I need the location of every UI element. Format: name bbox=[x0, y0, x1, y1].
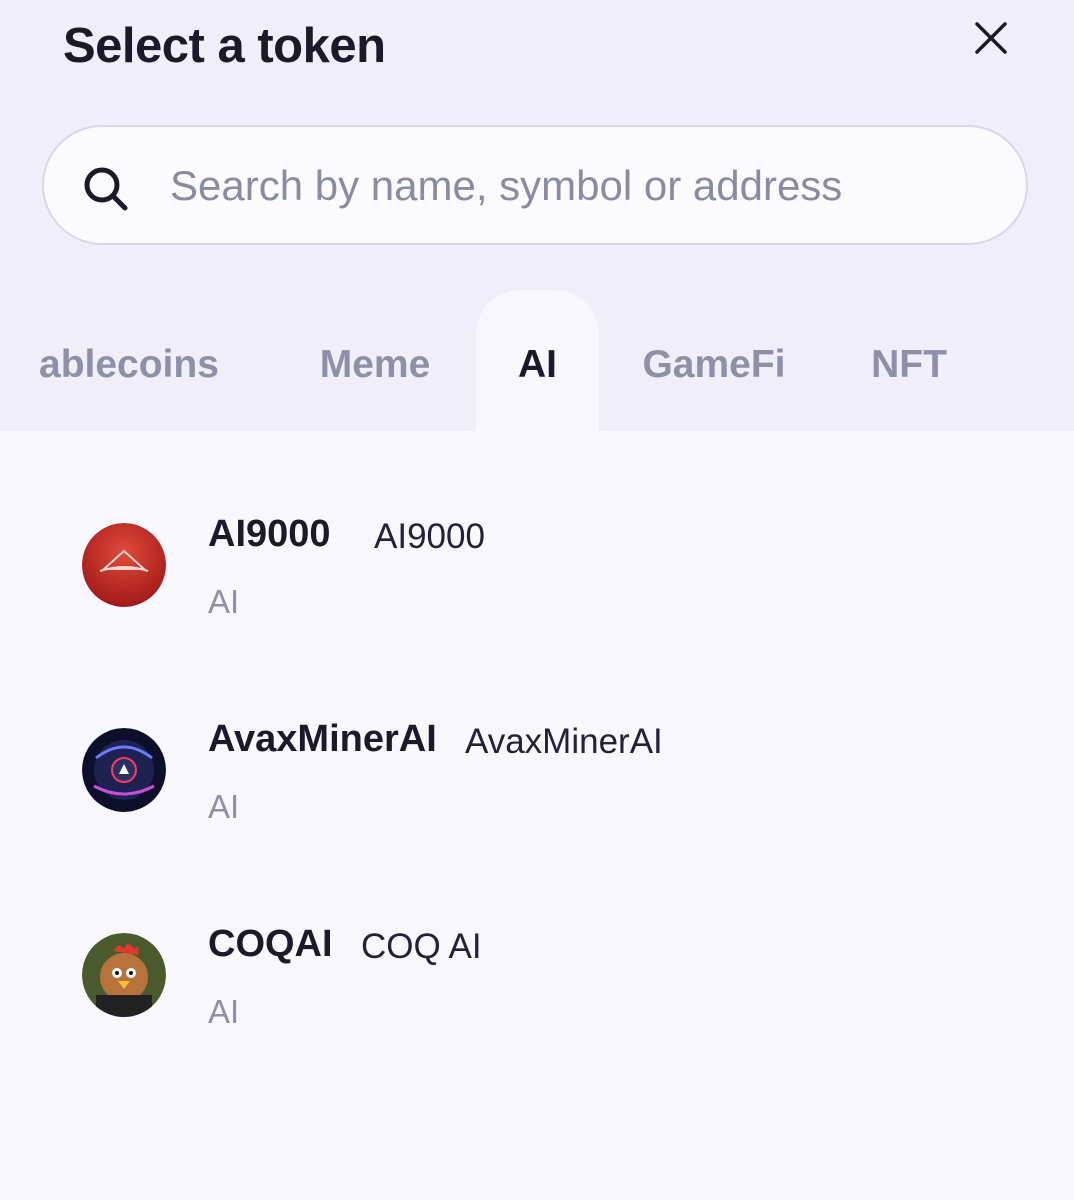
token-symbol: AI9000 bbox=[208, 513, 331, 555]
search-icon bbox=[84, 167, 128, 211]
close-button[interactable] bbox=[965, 12, 1017, 64]
token-list: AI9000 AI9000 AI AvaxMinerAI AvaxMinerAI… bbox=[0, 431, 1074, 1200]
tab-nft[interactable]: NFT bbox=[864, 290, 954, 431]
modal-title: Select a token bbox=[63, 19, 386, 73]
token-row-coqai[interactable]: COQAI COQ AI AI bbox=[0, 881, 1074, 1086]
ai9000-logo-icon bbox=[82, 523, 166, 607]
token-name: AvaxMinerAI bbox=[465, 722, 663, 761]
tab-label: AI bbox=[518, 343, 557, 386]
tab-label: Stablecoins bbox=[40, 343, 219, 386]
token-row-avaxminerai[interactable]: AvaxMinerAI AvaxMinerAI AI bbox=[0, 676, 1074, 881]
close-icon bbox=[975, 22, 1007, 54]
tab-ai[interactable]: AI bbox=[476, 290, 599, 431]
token-name: COQ AI bbox=[361, 927, 482, 966]
tab-label: NFT bbox=[871, 343, 947, 386]
tab-label: GameFi bbox=[642, 343, 786, 386]
tab-stablecoins[interactable]: Stablecoins bbox=[40, 290, 240, 431]
search-box[interactable] bbox=[42, 125, 1028, 245]
modal-header: Select a token Stablecoins Meme AI bbox=[0, 0, 1074, 431]
token-category: AI bbox=[208, 788, 240, 825]
token-category: AI bbox=[208, 583, 240, 620]
token-row-ai9000[interactable]: AI9000 AI9000 AI bbox=[0, 471, 1074, 676]
search-input[interactable] bbox=[168, 149, 992, 223]
category-tabs: Stablecoins Meme AI GameFi NFT bbox=[40, 290, 1074, 431]
token-name: AI9000 bbox=[374, 517, 485, 556]
tab-label: Meme bbox=[319, 343, 431, 386]
coqai-logo-icon bbox=[82, 933, 166, 1017]
token-select-modal: Select a token Stablecoins Meme AI bbox=[0, 0, 1074, 1200]
tab-meme[interactable]: Meme bbox=[308, 290, 442, 431]
avaxminerai-logo-icon bbox=[82, 728, 166, 812]
token-category: AI bbox=[208, 993, 240, 1030]
tab-gamefi[interactable]: GameFi bbox=[634, 290, 794, 431]
token-symbol: COQAI bbox=[208, 923, 333, 965]
token-symbol: AvaxMinerAI bbox=[208, 718, 437, 760]
